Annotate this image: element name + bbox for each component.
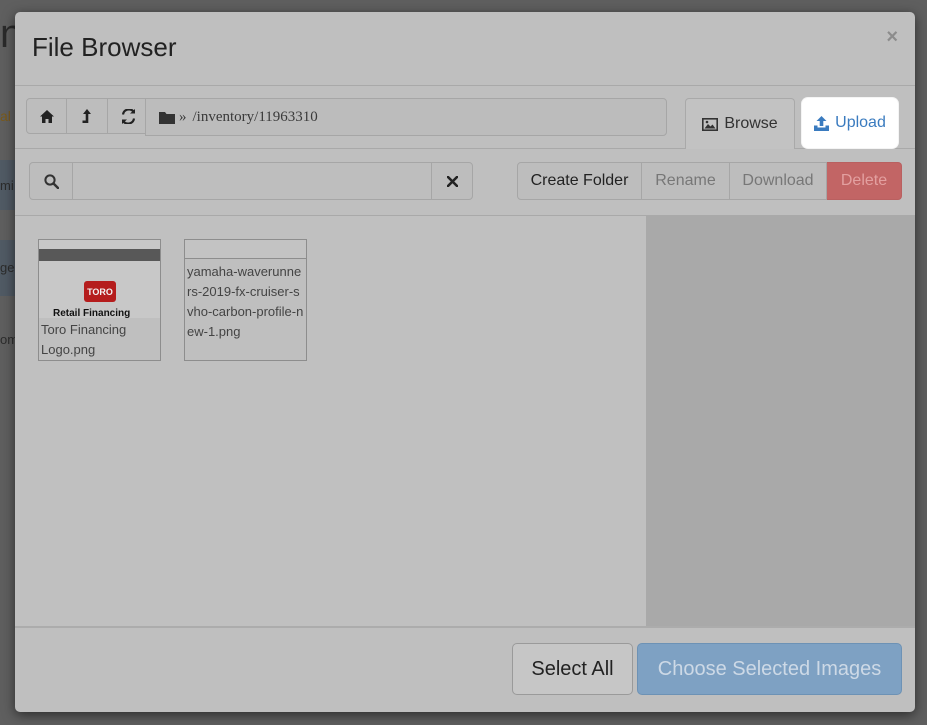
path-text: /inventory/11963310 bbox=[192, 108, 318, 125]
clear-search-button[interactable] bbox=[431, 163, 472, 199]
file-action-group: Create Folder Rename Download Delete bbox=[517, 162, 902, 200]
background-orange-fragment: al bbox=[0, 108, 11, 124]
file-browser-modal: File Browser × » /inventory/11963310 Bro… bbox=[15, 12, 915, 712]
file-thumbnail[interactable]: yamaha-waverunners-2019-fx-cruiser-svho-… bbox=[184, 239, 307, 361]
folder-icon bbox=[159, 111, 175, 124]
modal-header: File Browser × bbox=[15, 12, 915, 86]
home-button[interactable] bbox=[26, 98, 67, 134]
choose-selected-images-button[interactable]: Choose Selected Images bbox=[637, 643, 902, 695]
tab-browse[interactable]: Browse bbox=[685, 98, 795, 149]
file-preview-image bbox=[185, 240, 306, 259]
navigation-row: » /inventory/11963310 Browse Upload bbox=[15, 86, 915, 149]
select-all-button[interactable]: Select All bbox=[512, 643, 633, 695]
up-level-button[interactable] bbox=[67, 98, 108, 134]
path-separator: » bbox=[179, 108, 187, 125]
toolbar: Create Folder Rename Download Delete bbox=[15, 149, 915, 216]
current-path: » /inventory/11963310 bbox=[145, 98, 667, 136]
search-icon bbox=[43, 173, 59, 189]
download-button[interactable]: Download bbox=[730, 162, 827, 200]
nav-button-group bbox=[26, 98, 149, 134]
file-name: yamaha-waverunners-2019-fx-cruiser-svho-… bbox=[185, 260, 306, 344]
file-name: Toro Financing Logo.png bbox=[39, 318, 160, 360]
level-up-icon bbox=[82, 109, 91, 123]
refresh-icon bbox=[121, 108, 135, 124]
rename-button[interactable]: Rename bbox=[642, 162, 730, 200]
picture-icon bbox=[702, 117, 719, 131]
file-list-area: TORO Retail Financing Toro Financing Log… bbox=[15, 216, 646, 626]
tab-upload-label: Upload bbox=[835, 114, 886, 131]
file-thumbnail[interactable]: TORO Retail Financing Toro Financing Log… bbox=[38, 239, 161, 361]
refresh-button[interactable] bbox=[108, 98, 149, 134]
background-text: ge bbox=[0, 260, 15, 275]
search-group bbox=[29, 162, 473, 200]
background-text: mi bbox=[0, 178, 14, 193]
modal-title: File Browser bbox=[32, 32, 177, 62]
toro-logo: TORO bbox=[84, 281, 116, 302]
home-icon bbox=[39, 109, 54, 123]
image-top-bar bbox=[39, 249, 160, 261]
file-preview-image: TORO Retail Financing bbox=[39, 240, 160, 319]
search-input[interactable] bbox=[73, 163, 431, 199]
tab-upload[interactable]: Upload bbox=[802, 98, 898, 148]
modal-footer: Select All Choose Selected Images bbox=[15, 626, 915, 712]
delete-button[interactable]: Delete bbox=[827, 162, 902, 200]
tab-browse-label: Browse bbox=[724, 115, 778, 132]
search-addon bbox=[30, 163, 73, 199]
create-folder-button[interactable]: Create Folder bbox=[517, 162, 642, 200]
preview-pane bbox=[646, 216, 915, 626]
close-icon bbox=[446, 175, 458, 187]
close-icon[interactable]: × bbox=[886, 26, 898, 49]
upload-icon bbox=[814, 115, 830, 131]
